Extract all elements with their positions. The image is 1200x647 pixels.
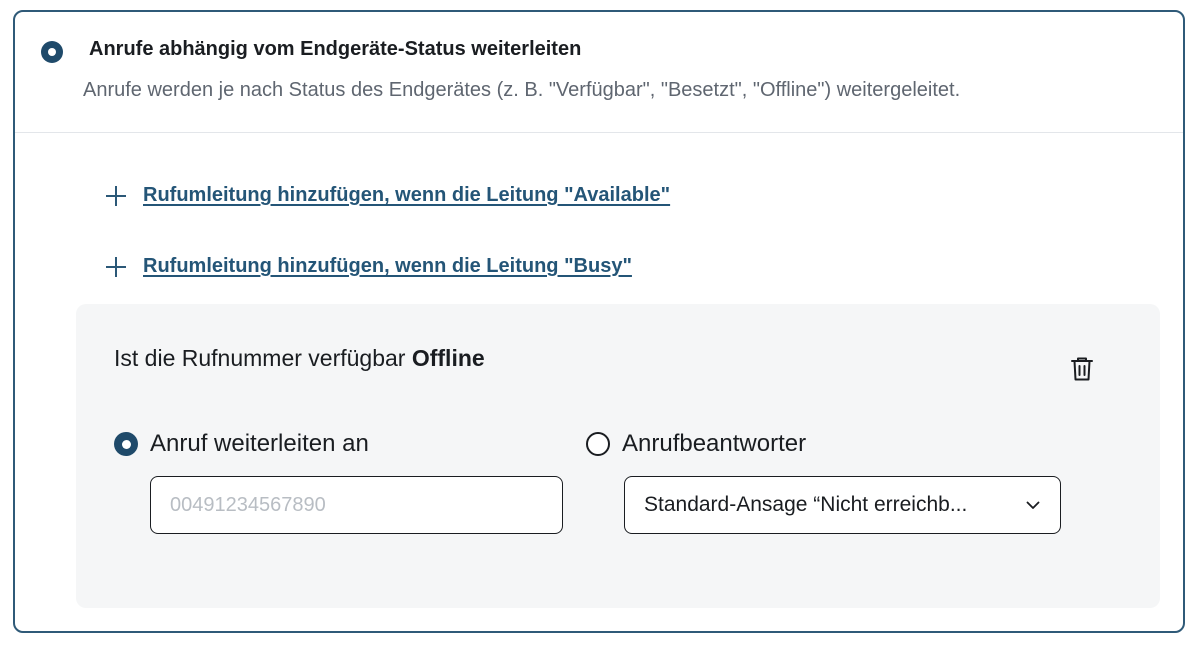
trash-icon[interactable] xyxy=(1070,356,1094,382)
voicemail-announcement-select[interactable]: Standard-Ansage “Nicht erreichb... xyxy=(624,476,1061,534)
forward-number-input[interactable] xyxy=(150,476,563,534)
plus-icon xyxy=(105,185,127,207)
option-voicemail[interactable]: Anrufbeantworter xyxy=(586,430,806,458)
radio-dot xyxy=(121,439,131,449)
option-forward[interactable]: Anruf weiterleiten an xyxy=(114,430,369,458)
section-title: Anrufe abhängig vom Endgeräte-Status wei… xyxy=(89,38,582,60)
call-forwarding-card: Anrufe abhängig vom Endgeräte-Status wei… xyxy=(13,10,1185,633)
forward-radio[interactable] xyxy=(114,432,138,456)
offline-rule-panel: Ist die Rufnummer verfügbar Offline Anru… xyxy=(76,304,1160,608)
chevron-down-icon xyxy=(1026,501,1040,509)
rule-title: Ist die Rufnummer verfügbar Offline xyxy=(114,345,485,372)
rule-title-prefix: Ist die Rufnummer verfügbar xyxy=(114,345,406,371)
section-radio[interactable] xyxy=(41,41,63,63)
plus-icon xyxy=(105,256,127,278)
forward-label: Anruf weiterleiten an xyxy=(150,430,369,457)
add-busy-forwarding[interactable]: Rufumleitung hinzufügen, wenn die Leitun… xyxy=(105,255,632,278)
add-available-link[interactable]: Rufumleitung hinzufügen, wenn die Leitun… xyxy=(143,184,670,207)
add-busy-link[interactable]: Rufumleitung hinzufügen, wenn die Leitun… xyxy=(143,255,632,278)
add-available-forwarding[interactable]: Rufumleitung hinzufügen, wenn die Leitun… xyxy=(105,184,670,207)
radio-dot xyxy=(48,48,56,56)
voicemail-radio[interactable] xyxy=(586,432,610,456)
rule-title-status: Offline xyxy=(411,345,485,371)
section-header: Anrufe abhängig vom Endgeräte-Status wei… xyxy=(15,12,1183,133)
section-description: Anrufe werden je nach Status des Endgerä… xyxy=(83,79,961,101)
select-value: Standard-Ansage “Nicht erreichb... xyxy=(644,493,968,516)
voicemail-label: Anrufbeantworter xyxy=(622,430,807,457)
